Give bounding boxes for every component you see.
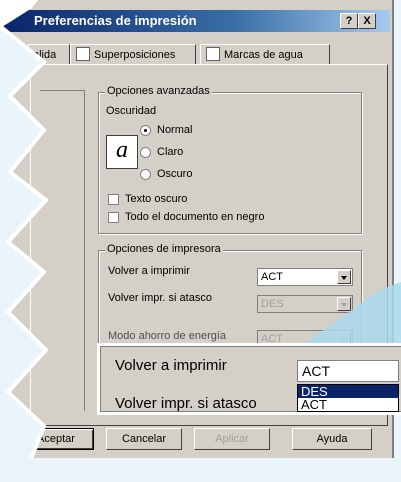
torn-top-corner xyxy=(0,0,38,28)
dropdown-option-act[interactable]: ACT xyxy=(298,398,398,411)
zoom-callout: Volver a imprimir ACT Volver impr. si at… xyxy=(100,346,401,412)
zoom-reprint-select-value: ACT xyxy=(302,363,330,379)
zoom-reprint-label: Volver a imprimir xyxy=(115,357,227,374)
zoom-jam-label: Volver impr. si atasco xyxy=(115,395,257,412)
bottom-backdrop xyxy=(0,458,401,482)
callout-connector xyxy=(300,282,401,347)
zoom-reprint-select[interactable]: ACT xyxy=(297,360,399,382)
zoom-dropdown-list[interactable]: DES ACT xyxy=(297,384,399,412)
